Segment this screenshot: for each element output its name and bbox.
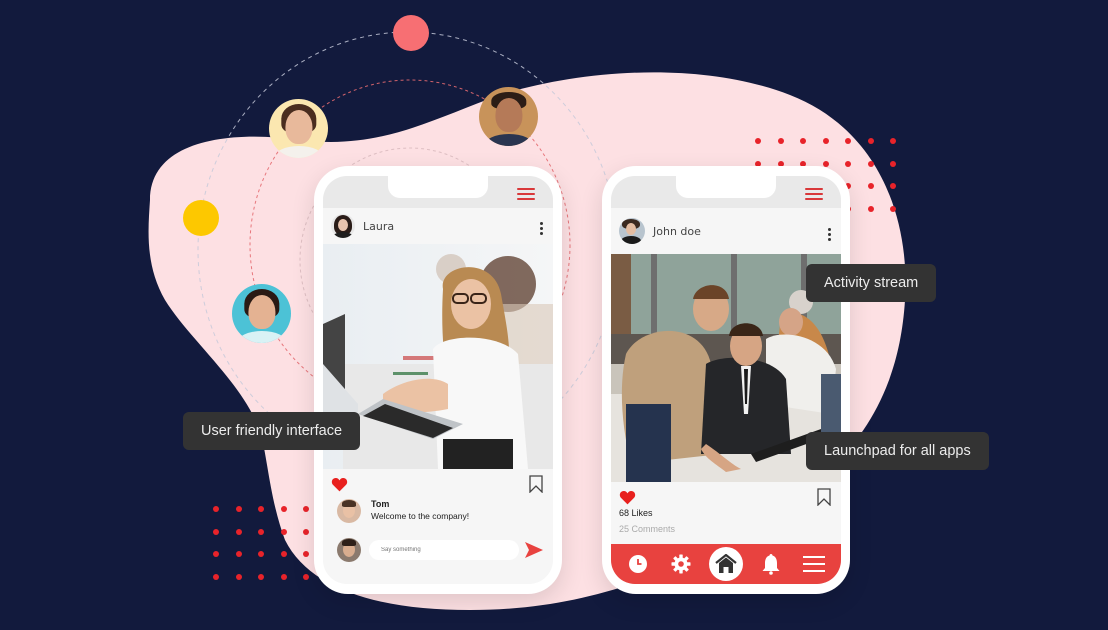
floating-avatar-man [479, 87, 538, 146]
status-bar [323, 176, 553, 208]
nav-menu-button[interactable] [799, 549, 829, 579]
avatar[interactable] [619, 218, 645, 244]
nav-history-button[interactable] [623, 549, 653, 579]
home-icon [715, 554, 737, 573]
post-header: John doe [611, 208, 841, 254]
comment-author: Tom [371, 499, 390, 509]
comment-item: Tom Welcome to the company! [323, 499, 553, 535]
likes-count[interactable]: 68 Likes [611, 508, 841, 518]
comments-count[interactable]: 25 Comments [611, 524, 841, 534]
bookmark-icon[interactable] [529, 475, 543, 493]
comment-input[interactable] [369, 540, 519, 560]
kebab-menu-icon[interactable] [828, 228, 831, 241]
nav-notifications-button[interactable] [756, 549, 786, 579]
post-author-name[interactable]: John doe [653, 225, 701, 238]
post-header: Laura [323, 208, 553, 244]
bookmark-icon[interactable] [817, 488, 831, 506]
phone-right-screen: John doe 68 Likes 25 Comments [611, 176, 841, 584]
clock-icon [629, 555, 648, 573]
floating-avatar-woman-laughing [232, 284, 291, 343]
phone-left-screen: Laura Tom Welcome to the company! Say so… [323, 176, 553, 584]
nav-settings-button[interactable] [666, 549, 696, 579]
callout-user-friendly-interface: User friendly interface [183, 412, 361, 450]
phone-notch [676, 176, 776, 198]
phone-notch [388, 176, 488, 198]
hamburger-menu-icon[interactable] [517, 188, 535, 200]
heart-icon[interactable] [331, 477, 348, 492]
callout-activity-stream: Activity stream [806, 264, 937, 302]
hero-illustration: Laura Tom Welcome to the company! Say so… [0, 0, 1108, 630]
hamburger-menu-icon [802, 556, 825, 572]
nav-home-button[interactable] [708, 547, 743, 581]
bell-icon [762, 554, 780, 575]
post-actions [323, 469, 553, 499]
reply-row [323, 535, 553, 565]
status-bar [611, 176, 841, 208]
current-user-avatar [337, 538, 361, 562]
floating-avatar-woman [269, 99, 328, 158]
callout-launchpad: Launchpad for all apps [806, 432, 989, 470]
gear-icon [671, 554, 691, 574]
heart-icon[interactable] [619, 490, 636, 505]
post-author-name[interactable]: Laura [363, 220, 394, 233]
dot-pattern-bottom-left [213, 506, 326, 580]
yellow-dot [183, 200, 219, 236]
phone-left: Laura Tom Welcome to the company! Say so… [314, 166, 562, 594]
post-actions [611, 482, 841, 508]
kebab-menu-icon[interactable] [540, 222, 543, 235]
hamburger-menu-icon[interactable] [805, 188, 823, 200]
send-icon[interactable] [525, 542, 543, 558]
bottom-navigation [611, 544, 841, 584]
avatar[interactable] [331, 214, 355, 238]
commenter-avatar[interactable] [337, 499, 361, 523]
salmon-dot [393, 15, 429, 51]
comment-text: Welcome to the company! [371, 511, 470, 521]
phone-right: John doe 68 Likes 25 Comments [602, 166, 850, 594]
